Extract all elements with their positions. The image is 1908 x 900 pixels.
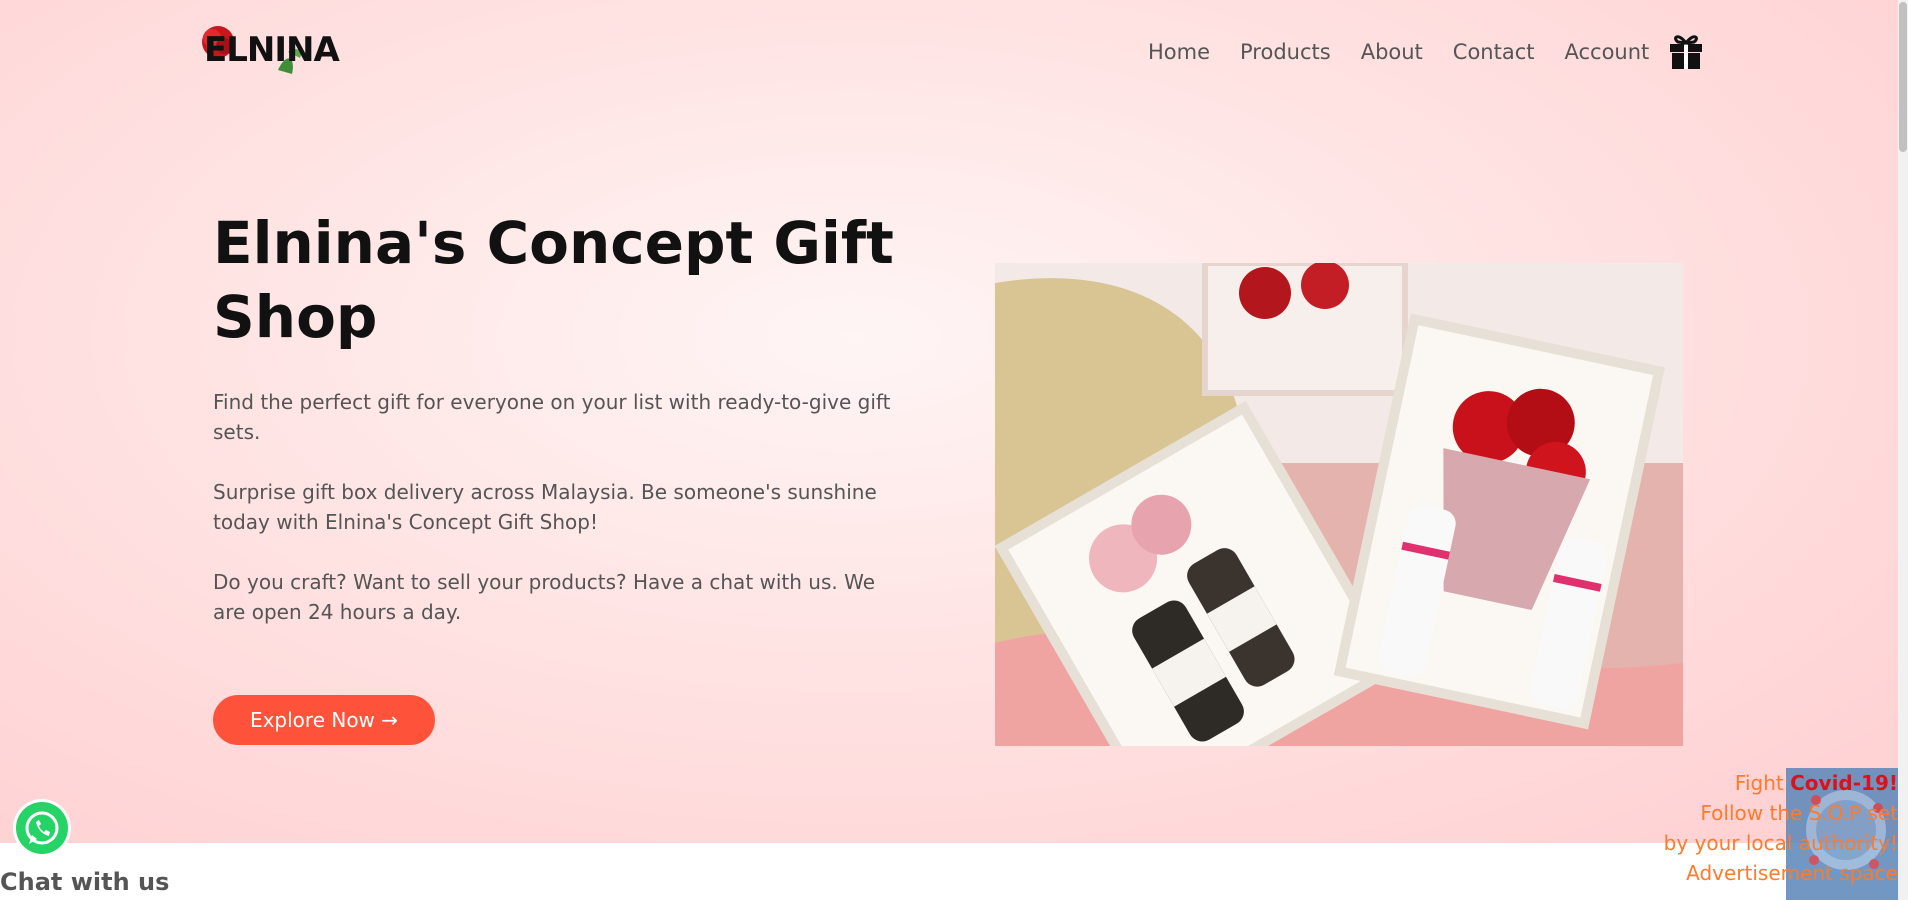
hero-paragraph-3: Do you craft? Want to sell your products… bbox=[213, 570, 876, 624]
hero-gift-box-image bbox=[995, 263, 1683, 746]
hero-paragraph-1: Find the perfect gift for everyone on yo… bbox=[213, 390, 891, 444]
hero-paragraph-2: Surprise gift box delivery across Malays… bbox=[213, 480, 877, 534]
gift-box-photo-icon bbox=[995, 263, 1683, 746]
ad-line-1: Fight Covid-19! bbox=[1734, 771, 1898, 795]
gift-icon[interactable] bbox=[1668, 30, 1704, 70]
whatsapp-icon[interactable] bbox=[12, 798, 72, 858]
scrollbar-thumb[interactable] bbox=[1899, 2, 1907, 152]
nav-account[interactable]: Account bbox=[1565, 40, 1650, 64]
hero-title: Elnina's Concept Gift Shop bbox=[213, 209, 894, 351]
main-nav: Home Products About Contact Account bbox=[1148, 40, 1649, 64]
nav-contact[interactable]: Contact bbox=[1453, 40, 1535, 64]
chat-with-us-label[interactable]: Chat with us bbox=[0, 868, 169, 896]
brand-logo[interactable]: ELNINA bbox=[196, 22, 340, 78]
logo-wordmark: ELNINA bbox=[204, 30, 340, 70]
explore-now-button[interactable]: Explore Now → bbox=[213, 695, 435, 745]
page-scrollbar[interactable] bbox=[1898, 0, 1908, 900]
ad-line-3: by your local authority! bbox=[1663, 831, 1898, 855]
navbar: ELNINA Home Products About Contact Accou… bbox=[0, 0, 1898, 100]
nav-home[interactable]: Home bbox=[1148, 40, 1210, 64]
covid-advertisement[interactable]: Fight Covid-19! Follow the S.O.P set by … bbox=[1640, 768, 1898, 900]
nav-about[interactable]: About bbox=[1361, 40, 1423, 64]
ad-line-4: Advertisement space bbox=[1686, 861, 1898, 885]
ad-line-2: Follow the S.O.P set bbox=[1700, 801, 1898, 825]
nav-products[interactable]: Products bbox=[1240, 40, 1331, 64]
